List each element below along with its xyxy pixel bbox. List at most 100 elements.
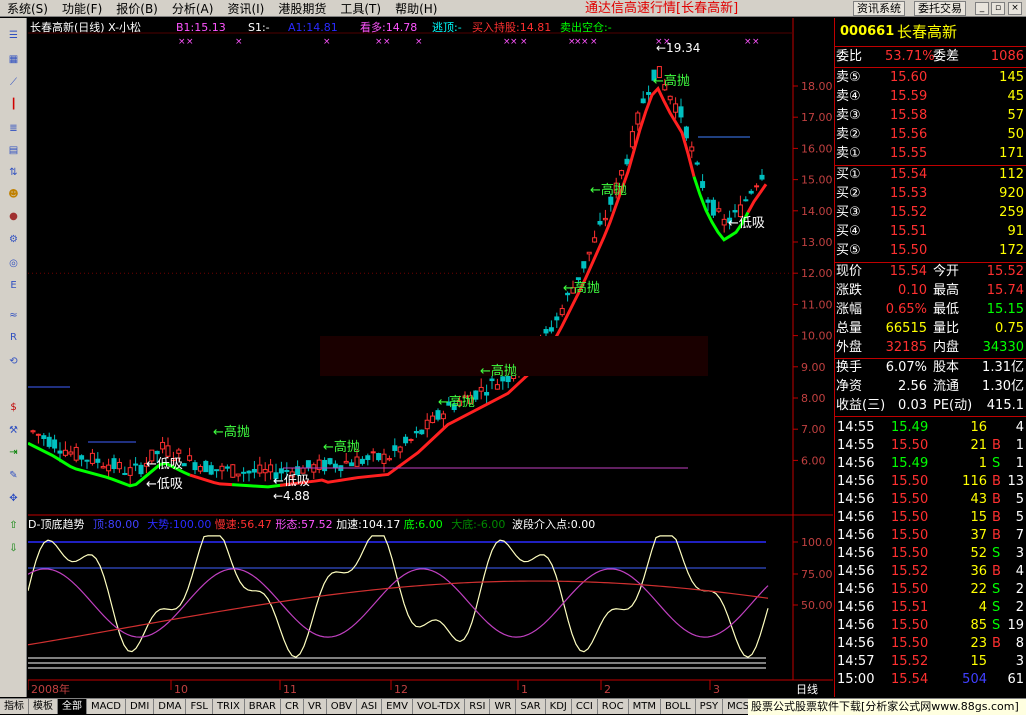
indicator-tab[interactable]: FSL: [186, 699, 213, 714]
line-chart-icon[interactable]: ⟋: [4, 73, 23, 92]
grid-icon[interactable]: ▦: [4, 50, 23, 69]
sort-icon[interactable]: ⇅: [4, 163, 23, 182]
indicator-tab[interactable]: OBV: [327, 699, 357, 714]
sell-high-label: ←高抛: [653, 73, 690, 89]
kline-icon[interactable]: ┃: [4, 95, 23, 114]
sell-level-volume: 171: [999, 146, 1024, 161]
stat-value: 6.07%: [885, 360, 927, 375]
exit-icon[interactable]: ⇥: [4, 443, 23, 462]
indicator-tab[interactable]: MACD: [87, 699, 126, 714]
table-icon[interactable]: ▤: [4, 141, 23, 160]
indicator-tab[interactable]: MTM: [629, 699, 661, 714]
sync-icon[interactable]: ⟲: [4, 352, 23, 371]
tick-side: B: [992, 528, 1001, 543]
osc-value: 顶:80.00: [93, 518, 140, 531]
tick-count: 3: [1015, 546, 1024, 561]
indicator-tab[interactable]: WR: [490, 699, 517, 714]
candle-body: [251, 469, 257, 473]
stat-value: 0.03: [898, 398, 927, 413]
candle-body: [700, 181, 706, 188]
candle-body: [46, 436, 52, 447]
indicator-tab[interactable]: DMA: [154, 699, 187, 714]
menu-item[interactable]: 系统(S): [0, 0, 55, 17]
candle-body: [160, 441, 166, 450]
etf-icon[interactable]: E: [4, 276, 23, 295]
buy-level-volume: 259: [999, 205, 1024, 220]
menu-item[interactable]: 工具(T): [333, 0, 388, 17]
indicator-tab[interactable]: ROC: [598, 699, 629, 714]
up-arrow-icon[interactable]: ⇧: [4, 516, 23, 535]
group-icon[interactable]: ●: [4, 207, 23, 226]
stat-row: 总量 66515 量比 0.75: [835, 320, 1026, 338]
buy-level-row: 买② 15.53 920: [835, 185, 1026, 203]
candle-body: [554, 316, 560, 321]
pen-icon[interactable]: ✎: [4, 466, 23, 485]
list-icon[interactable]: ☰: [4, 26, 23, 45]
candle-body: [548, 327, 554, 332]
tick-price: 15.52: [891, 564, 929, 579]
stat-row: 涨幅 0.65% 最低 15.15: [835, 301, 1026, 319]
sell-level-label: 卖⑤: [836, 70, 861, 85]
candle-body: [332, 463, 338, 469]
rsi-icon[interactable]: R: [4, 328, 23, 347]
people-icon[interactable]: ☻: [4, 185, 23, 204]
wave-icon[interactable]: ≈: [4, 306, 23, 325]
candle-body: [430, 415, 436, 424]
indicator-tab[interactable]: EMV: [382, 699, 413, 714]
indicator-tab[interactable]: CCI: [572, 699, 598, 714]
stat-label: 涨幅: [836, 302, 863, 317]
tick-count: 1: [1015, 438, 1024, 453]
move-icon[interactable]: ✥: [4, 489, 23, 508]
report-icon[interactable]: ≣: [4, 119, 23, 138]
candle-body: [138, 464, 144, 475]
menu-item[interactable]: 帮助(H): [388, 0, 444, 17]
wrench-icon[interactable]: ⚒: [4, 421, 23, 440]
indicator-value: B1:15.13: [176, 21, 226, 34]
kline-chart[interactable]: 18.00 17.00 16.00 15.00 14.00 13.00 12.00 11.00…: [28, 18, 833, 698]
menu-item[interactable]: 资讯(I): [220, 0, 271, 17]
tool-icon[interactable]: ⚙: [4, 230, 23, 249]
minimize-icon[interactable]: _: [975, 2, 989, 15]
candle-body: [694, 162, 700, 165]
indicator-tab[interactable]: 指标: [0, 699, 29, 714]
buy-low-label: ←低吸: [273, 474, 310, 489]
sell-level-row: 卖① 15.55 171: [835, 145, 1026, 163]
candle-body: [705, 199, 711, 203]
news-system-button[interactable]: 资讯系统: [853, 1, 905, 16]
indicator-tab[interactable]: CR: [281, 699, 304, 714]
menu-item[interactable]: 功能(F): [55, 0, 109, 17]
tick-count: 8: [1015, 636, 1024, 651]
indicator-tab[interactable]: 模板: [29, 699, 58, 714]
tick-price: 15.49: [891, 420, 929, 435]
indicator-tab[interactable]: BRAR: [245, 699, 281, 714]
indicator-tab[interactable]: VOL-TDX: [413, 699, 466, 714]
sell-level-row: 卖⑤ 15.60 145: [835, 69, 1026, 87]
indicator-tab[interactable]: KDJ: [546, 699, 572, 714]
indicator-tab[interactable]: BOLL: [661, 699, 696, 714]
candle-body: [268, 464, 274, 473]
indicator-value: 逃顶:-: [432, 21, 462, 34]
candle-body: [35, 433, 41, 436]
tick-row: 14:56 15.50 52 S 3: [835, 545, 1026, 563]
zoom-icon[interactable]: ◎: [4, 254, 23, 273]
menu-item[interactable]: 报价(B): [109, 0, 165, 17]
indicator-tab[interactable]: ASI: [357, 699, 383, 714]
indicator-tab[interactable]: VR: [304, 699, 327, 714]
trade-button[interactable]: 委托交易: [914, 1, 966, 16]
dollar-icon[interactable]: $: [4, 398, 23, 417]
indicator-tab[interactable]: DMI: [126, 699, 155, 714]
indicator-tab[interactable]: PSY: [696, 699, 724, 714]
indicator-tab[interactable]: SAR: [516, 699, 546, 714]
indicator-tab[interactable]: 全部: [58, 699, 87, 714]
indicator-tab[interactable]: RSI: [465, 699, 491, 714]
signal-marker: ×: [581, 37, 589, 47]
candle-body: [602, 217, 608, 221]
down-arrow-icon[interactable]: ⇩: [4, 539, 23, 558]
indicator-value: A1:14.81: [288, 21, 338, 34]
menu-item[interactable]: 分析(A): [165, 0, 221, 17]
menu-item[interactable]: 港股期货: [271, 0, 333, 17]
restore-icon[interactable]: ▫: [991, 2, 1005, 15]
tick-volume: 36: [970, 564, 987, 579]
close-icon[interactable]: ×: [1008, 2, 1022, 15]
indicator-tab[interactable]: TRIX: [213, 699, 245, 714]
